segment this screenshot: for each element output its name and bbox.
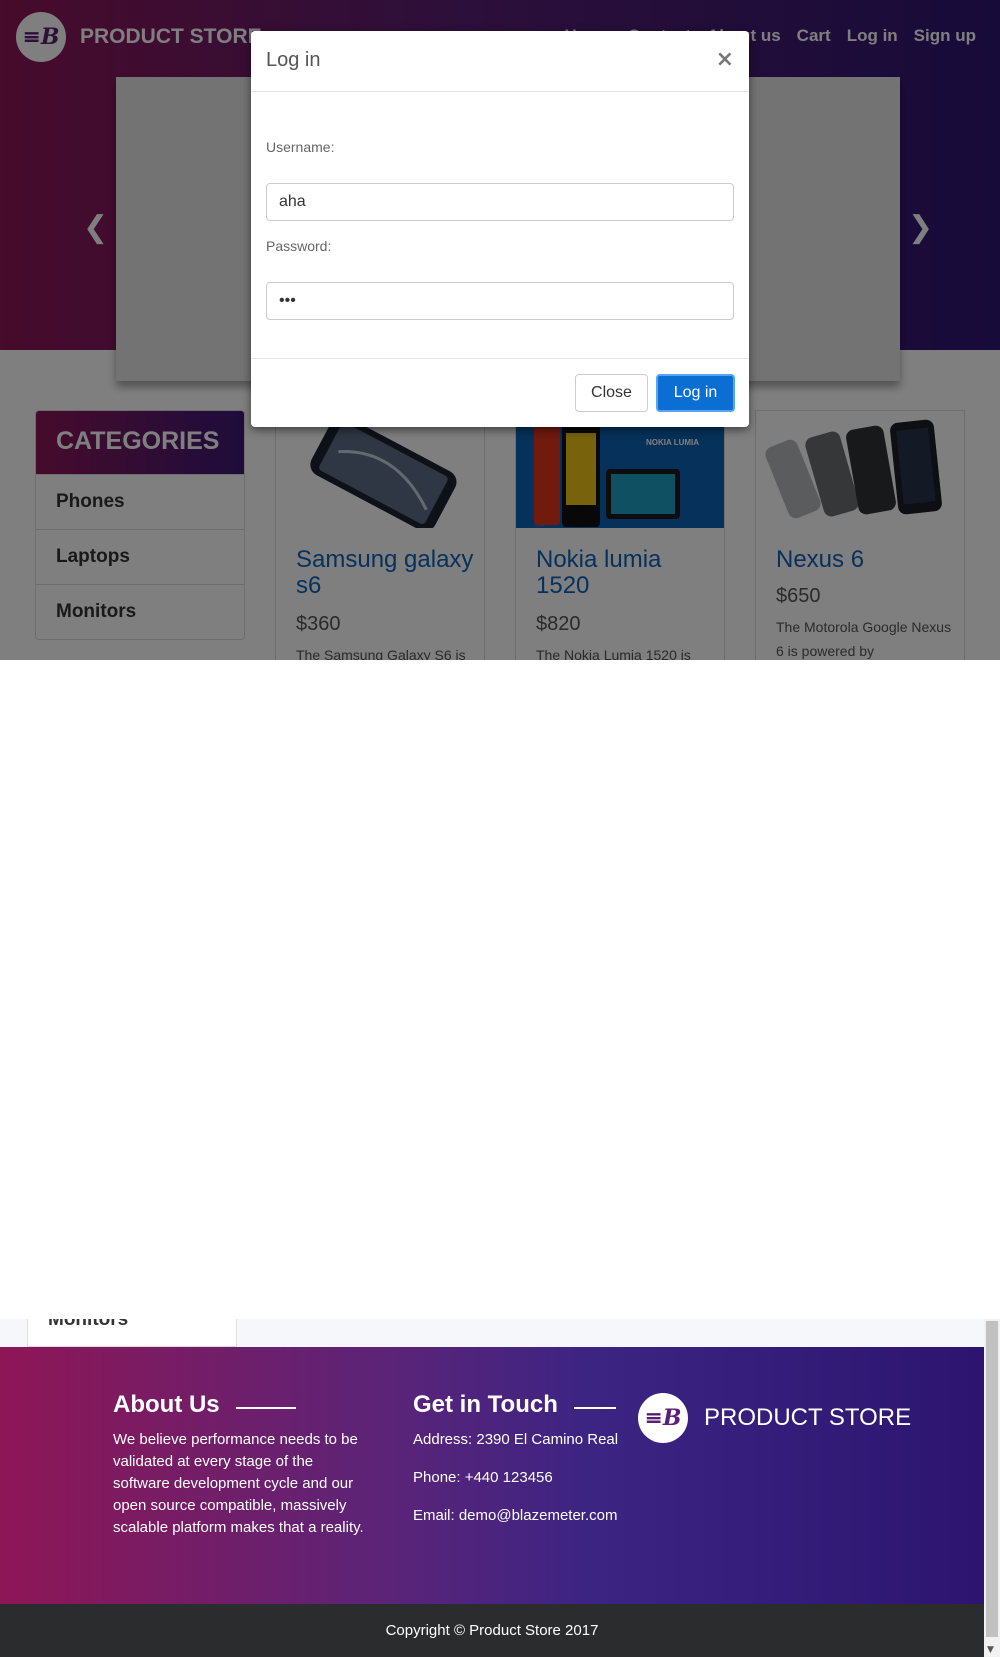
logo-icon: ≡B [638,1393,688,1443]
password-input[interactable]: ••• [266,282,734,320]
category-list-fragment: Monitors [0,1319,984,1347]
copyright: Copyright © Product Store 2017 [0,1604,984,1657]
close-icon[interactable]: × [716,47,734,72]
scrollbar[interactable]: ▼ [984,1319,1000,1657]
about-title: About Us [113,1391,220,1418]
modal-header: Log in × [251,31,749,92]
username-label: Username: [266,139,335,155]
contact-address: Address: 2390 El Camino Real [413,1431,619,1448]
page: ≡B PRODUCT STORE Home Contact About us C… [0,0,1000,1657]
footer-brand-name: PRODUCT STORE [704,1404,912,1431]
page-upper-viewport: ≡B PRODUCT STORE Home Contact About us C… [0,0,1000,660]
modal-title: Log in [266,49,321,71]
about-text: We believe performance needs to be valid… [113,1431,364,1536]
footer: About Us We believe performance needs to… [0,1347,984,1604]
login-modal: Log in × Username: aha Password: ••• Clo… [251,31,749,427]
password-label: Password: [266,238,332,254]
contact-email: Email: demo@blazemeter.com [413,1507,618,1524]
contact-phone: Phone: +440 123456 [413,1469,553,1486]
divider [235,1407,296,1409]
scrollbar-thumb[interactable] [986,1321,998,1637]
login-button[interactable]: Log in [656,374,735,412]
divider [573,1407,616,1409]
footer-brand: ≡B PRODUCT STORE [638,1393,911,1443]
username-input[interactable]: aha [266,183,734,221]
category-monitors-label: Monitors [48,1319,129,1330]
modal-footer: Close Log in [251,358,749,427]
category-monitors-fragment[interactable]: Monitors [27,1319,237,1347]
footer-contact: Get in Touch Address: 2390 El Camino Rea… [413,1391,618,1527]
scroll-down-icon[interactable]: ▼ [987,1645,994,1655]
close-button[interactable]: Close [575,374,648,412]
footer-about: About Us We believe performance needs to… [113,1391,373,1539]
contact-title: Get in Touch [413,1391,558,1418]
